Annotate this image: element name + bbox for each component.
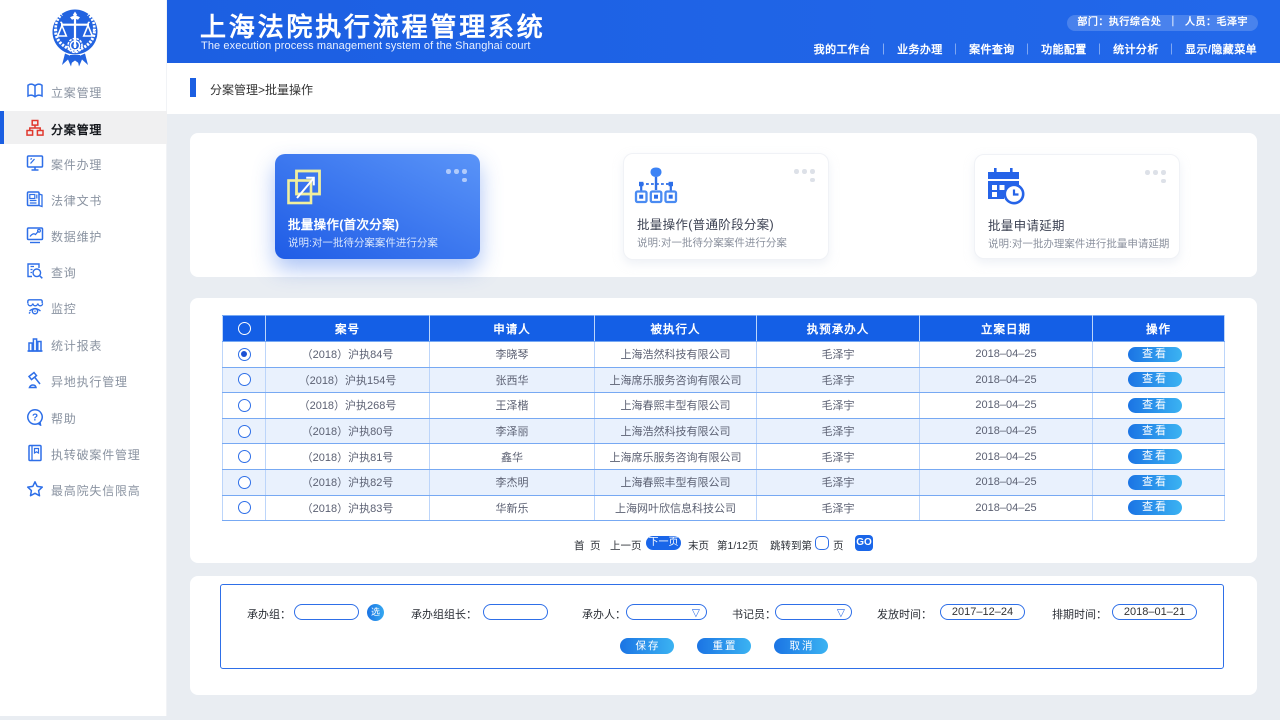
svg-text:?: ?: [32, 413, 38, 424]
